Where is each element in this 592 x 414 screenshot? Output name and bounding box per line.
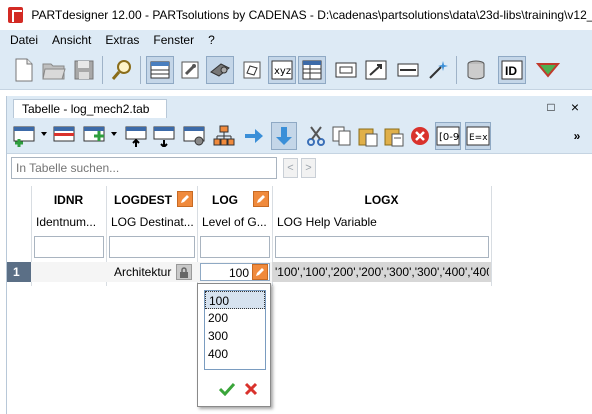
menu-fenster[interactable]: Fenster: [146, 33, 201, 47]
range-label: [0-9]: [439, 132, 460, 143]
column-description: LOG Help Variable: [277, 215, 377, 229]
add-row-icon[interactable]: [11, 122, 37, 150]
search-icon[interactable]: [108, 56, 136, 84]
xyz-label: xyz: [274, 66, 291, 77]
dropdown-triangle-icon[interactable]: [534, 56, 562, 84]
search-next-button[interactable]: >: [301, 158, 316, 178]
toolbar-separator: [102, 56, 103, 84]
paste-icon[interactable]: [355, 122, 381, 150]
open-folder-icon[interactable]: [40, 56, 68, 84]
move-row-up-icon[interactable]: [123, 122, 149, 150]
window-title: PARTdesigner 12.00 - PARTsolutions by CA…: [31, 8, 592, 22]
resize-icon[interactable]: [362, 56, 390, 84]
delete-icon[interactable]: [407, 122, 433, 150]
log-value: 100: [228, 266, 249, 280]
column-description: Level of G...: [202, 215, 267, 229]
dimension-icon[interactable]: [394, 56, 422, 84]
cancel-x-icon[interactable]: [242, 380, 260, 398]
main-toolbar: xyz ID: [0, 50, 592, 123]
range-icon[interactable]: [0-9]: [435, 122, 461, 150]
value-listbox[interactable]: 100 200 300 400: [204, 290, 266, 370]
settings-icon[interactable]: [176, 56, 204, 84]
menu-help[interactable]: ?: [201, 33, 222, 47]
edit-pencil-icon[interactable]: [252, 264, 268, 280]
id-icon[interactable]: ID: [498, 56, 526, 84]
save-icon[interactable]: [70, 56, 98, 84]
formula-icon[interactable]: E=x: [465, 122, 491, 150]
app-window: PARTdesigner 12.00 - PARTsolutions by CA…: [0, 0, 592, 414]
filter-input-idnr[interactable]: [34, 236, 104, 258]
list-item[interactable]: 200: [205, 309, 265, 327]
tab-table[interactable]: Tabelle - log_mech2.tab: [13, 99, 167, 118]
panel-header: Tabelle - log_mech2.tab □ ×: [7, 96, 592, 118]
title-bar: PARTdesigner 12.00 - PARTsolutions by CA…: [0, 0, 592, 30]
table-settings-icon[interactable]: [181, 122, 207, 150]
sheet-icon[interactable]: [332, 56, 360, 84]
column-description: LOG Destinat...: [111, 215, 194, 229]
toolbar-separator: [456, 56, 457, 84]
close-icon[interactable]: ×: [567, 99, 583, 115]
formula-label: E=x: [469, 133, 488, 143]
search-row: < >: [7, 154, 592, 184]
delete-row-icon[interactable]: [51, 122, 77, 150]
filter-input-logx[interactable]: [275, 236, 489, 258]
column-header-log[interactable]: LOG: [197, 193, 253, 207]
cell-logx[interactable]: '100','100','200','200','300','300','400…: [275, 265, 489, 279]
edit-pencil-icon[interactable]: [253, 191, 269, 207]
search-input[interactable]: [11, 157, 277, 179]
list-item[interactable]: 400: [205, 345, 265, 363]
hierarchy-icon[interactable]: [211, 122, 237, 150]
list-item[interactable]: 100: [205, 291, 265, 309]
grid-line: [491, 186, 492, 286]
list-item[interactable]: 300: [205, 327, 265, 345]
toolbar-separator: [140, 56, 141, 84]
new-document-icon[interactable]: [10, 56, 38, 84]
chevron-down-icon[interactable]: [41, 132, 47, 136]
xyz-icon[interactable]: xyz: [268, 56, 296, 84]
menu-datei[interactable]: Datei: [3, 33, 45, 47]
row-number[interactable]: 1: [7, 262, 31, 282]
filter-input-log[interactable]: [200, 236, 270, 258]
id-label: ID: [505, 64, 517, 78]
edit-pencil-icon[interactable]: [177, 191, 193, 207]
overflow-icon[interactable]: »: [569, 122, 585, 150]
3d-view-icon[interactable]: [206, 56, 234, 84]
variable-table-icon[interactable]: [298, 56, 326, 84]
cell-logdest[interactable]: Architektur: [114, 265, 174, 279]
arrow-down-icon[interactable]: [271, 122, 297, 150]
column-header-idnr[interactable]: IDNR: [31, 193, 106, 207]
arrow-right-icon[interactable]: [241, 122, 267, 150]
maximize-icon[interactable]: □: [543, 99, 559, 115]
column-description: Identnum...: [36, 215, 97, 229]
table-toolbar: [0-9] E=x »: [7, 118, 592, 154]
database-icon[interactable]: [462, 56, 490, 84]
menu-ansicht[interactable]: Ansicht: [45, 33, 98, 47]
cut-icon[interactable]: [303, 122, 329, 150]
filter-input-logdest[interactable]: [109, 236, 195, 258]
menu-bar: Datei Ansicht Extras Fenster ?: [0, 30, 592, 50]
sketch-icon[interactable]: [238, 56, 266, 84]
lock-icon[interactable]: [176, 264, 192, 280]
paste-special-icon[interactable]: [381, 122, 407, 150]
table-panel: Tabelle - log_mech2.tab □ × [0-9 E=x » I…: [6, 96, 592, 414]
confirm-check-icon[interactable]: [218, 380, 236, 398]
menu-extras[interactable]: Extras: [98, 33, 146, 47]
move-row-down-icon[interactable]: [151, 122, 177, 150]
partdesigner-logo-icon: [8, 7, 24, 23]
column-header-logdest[interactable]: LOGDEST: [106, 193, 180, 207]
copy-icon[interactable]: [329, 122, 355, 150]
table-icon[interactable]: [146, 56, 174, 84]
search-prev-button[interactable]: <: [283, 158, 298, 178]
chevron-down-icon[interactable]: [111, 132, 117, 136]
column-header-logx[interactable]: LOGX: [272, 193, 491, 207]
add-column-icon[interactable]: [81, 122, 107, 150]
magic-wand-icon[interactable]: [424, 56, 452, 84]
table-grid: IDNR LOGDEST LOG LOGX Identnum... LOG De…: [7, 186, 592, 414]
value-dropdown-popup: 100 200 300 400: [197, 283, 271, 407]
